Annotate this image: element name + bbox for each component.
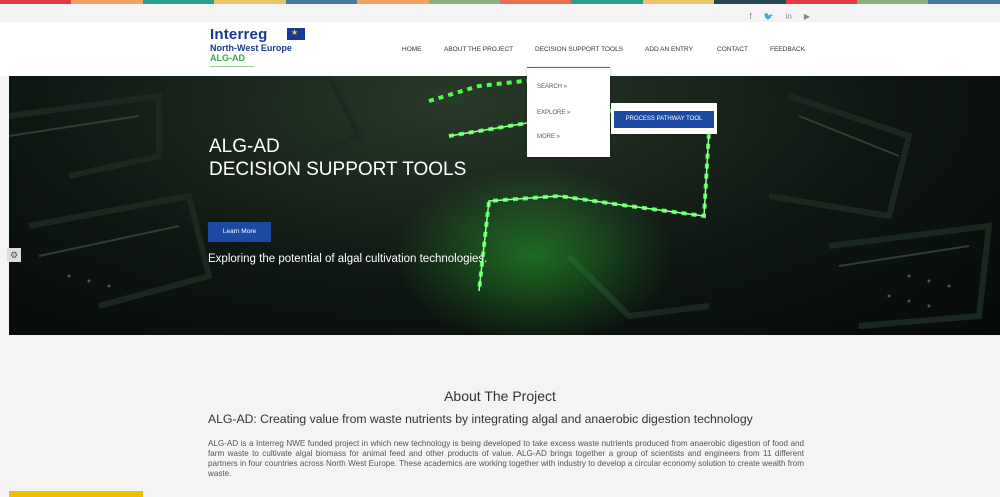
- dropdown-more[interactable]: MORE »: [537, 134, 560, 140]
- nav-add-entry[interactable]: ADD AN ENTRY: [645, 46, 693, 53]
- color-strip-segment: [928, 0, 1000, 4]
- about-section: About The Project ALG-AD: Creating value…: [0, 335, 1000, 497]
- logo-underline: [210, 66, 254, 67]
- main-nav: HOME ABOUT THE PROJECT DECISION SUPPORT …: [0, 46, 1000, 56]
- hero-title-line1: ALG-AD: [209, 136, 280, 157]
- about-title: About The Project: [444, 388, 556, 404]
- color-strip: [0, 0, 1000, 4]
- color-strip-segment: [499, 0, 572, 4]
- nav-contact[interactable]: CONTACT: [717, 46, 748, 53]
- hero-title-line2: DECISION SUPPORT TOOLS: [209, 159, 467, 180]
- learn-more-button[interactable]: Learn More: [208, 222, 271, 242]
- social-links: f 🐦 in ▶: [749, 12, 810, 21]
- color-strip-segment: [0, 0, 72, 4]
- color-strip-segment: [642, 0, 715, 4]
- color-strip-segment: [428, 0, 500, 4]
- color-strip-segment: [214, 0, 286, 4]
- about-subtitle: ALG-AD: Creating value from waste nutrie…: [208, 412, 753, 426]
- dropdown-explore[interactable]: EXPLORE »: [537, 110, 570, 116]
- color-strip-segment: [71, 0, 143, 4]
- maze-background: [9, 76, 993, 335]
- dropdown-search[interactable]: SEARCH »: [537, 84, 567, 90]
- process-pathway-tool-button[interactable]: PROCESS PATHWAY TOOL: [614, 111, 714, 128]
- youtube-icon[interactable]: ▶: [804, 12, 810, 21]
- color-strip-segment: [785, 0, 858, 4]
- linkedin-icon[interactable]: in: [786, 12, 792, 21]
- nav-decision-support-tools[interactable]: DECISION SUPPORT TOOLS: [535, 46, 623, 53]
- gear-icon[interactable]: ⚙: [7, 248, 21, 262]
- explore-submenu: PROCESS PATHWAY TOOL: [611, 103, 717, 134]
- color-strip-segment: [571, 0, 643, 4]
- nav-feedback[interactable]: FEEDBACK: [770, 46, 805, 53]
- hero-banner: ALG-AD DECISION SUPPORT TOOLS Learn More…: [9, 76, 1000, 335]
- nav-home[interactable]: HOME: [402, 46, 422, 53]
- eu-flag-icon: [287, 28, 305, 40]
- hero-subtitle: Exploring the potential of algal cultiva…: [208, 253, 488, 265]
- color-strip-segment: [714, 0, 786, 4]
- color-strip-segment: [357, 0, 429, 4]
- about-body: ALG-AD is a Interreg NWE funded project …: [208, 439, 804, 478]
- nav-about[interactable]: ABOUT THE PROJECT: [444, 46, 513, 53]
- twitter-icon[interactable]: 🐦: [764, 12, 774, 21]
- color-strip-segment: [285, 0, 358, 4]
- cookie-bar[interactable]: [9, 491, 143, 497]
- decision-tools-dropdown: SEARCH » EXPLORE » MORE »: [527, 67, 610, 157]
- color-strip-segment: [142, 0, 215, 4]
- color-strip-segment: [857, 0, 929, 4]
- facebook-icon[interactable]: f: [749, 12, 751, 21]
